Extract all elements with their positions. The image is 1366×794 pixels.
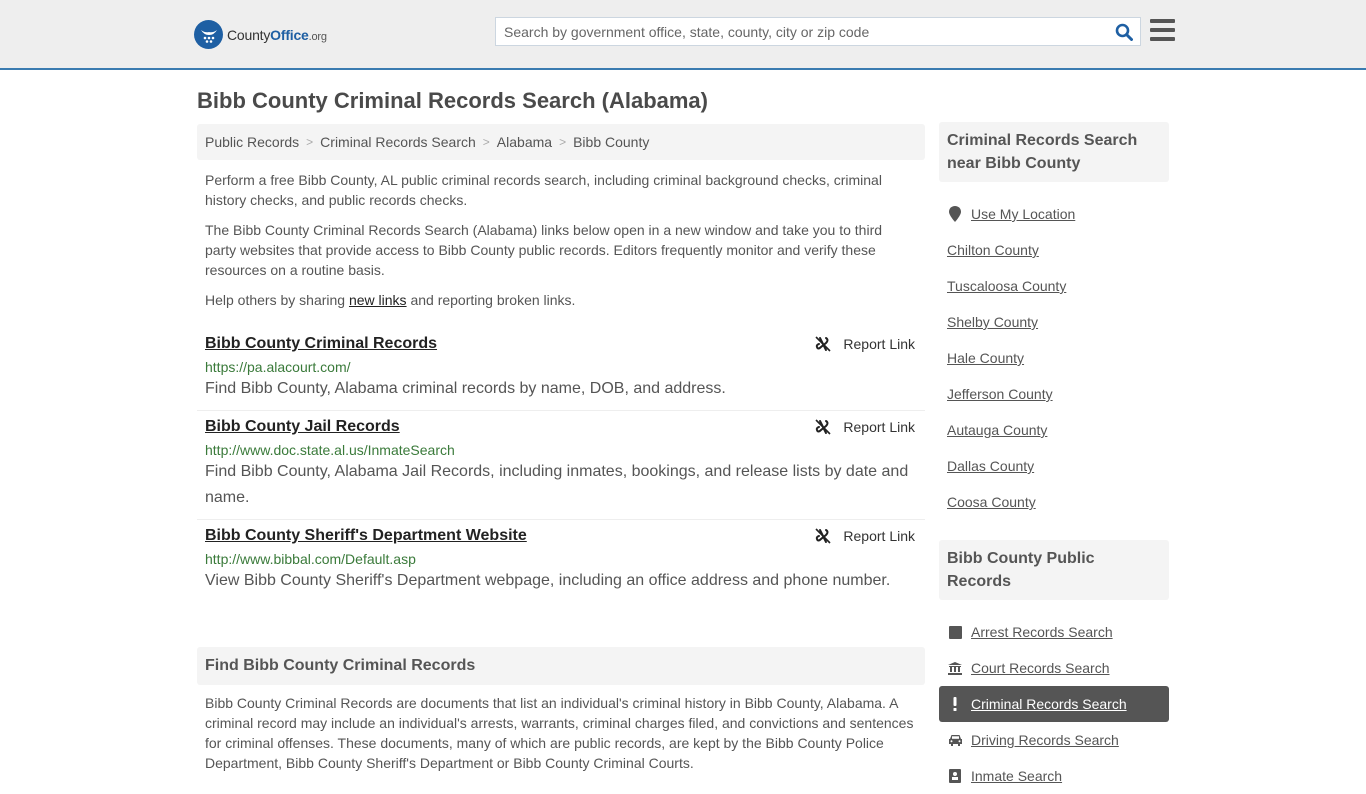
public-records-list: Arrest Records Search Court Records Sear… <box>939 614 1169 794</box>
page-title: Bibb County Criminal Records Search (Ala… <box>197 88 708 113</box>
result-url: https://pa.alacourt.com/ <box>205 359 351 375</box>
sidebar-item-court-records[interactable]: Court Records Search <box>939 650 1169 686</box>
site-header: CountyOffice.org <box>0 0 1366 70</box>
sidebar-item-label[interactable]: Inmate Search <box>971 768 1062 784</box>
result-description: View Bibb County Sheriff's Department we… <box>205 572 891 589</box>
exclamation-icon <box>947 696 963 712</box>
courthouse-icon <box>947 660 963 676</box>
intro-text: and reporting broken links. <box>406 292 576 308</box>
breadcrumb-bibb-county[interactable]: Bibb County <box>573 134 649 150</box>
find-records-heading: Find Bibb County Criminal Records <box>197 647 925 685</box>
results-list: Bibb County Criminal Records Report Link… <box>197 328 925 602</box>
nearby-county-link[interactable]: Autauga County <box>947 422 1047 438</box>
menu-bar <box>1150 28 1175 32</box>
map-marker-icon <box>947 206 963 222</box>
intro-paragraph: Help others by sharing new links and rep… <box>197 290 925 310</box>
result-url: http://www.doc.state.al.us/InmateSearch <box>205 442 455 458</box>
result-title-link[interactable]: Bibb County Criminal Records <box>205 334 437 354</box>
nearby-county-item[interactable]: Dallas County <box>939 448 1169 484</box>
nearby-county-item[interactable]: Jefferson County <box>939 376 1169 412</box>
sidebar-item-criminal-records[interactable]: Criminal Records Search <box>939 686 1169 722</box>
car-icon <box>947 732 963 748</box>
result-item: Bibb County Sheriff's Department Website… <box>197 520 925 602</box>
nearby-county-link[interactable]: Tuscaloosa County <box>947 278 1066 294</box>
nearby-county-link[interactable]: Chilton County <box>947 242 1039 258</box>
nearby-county-link[interactable]: Dallas County <box>947 458 1034 474</box>
eagle-stars-icon <box>194 20 223 49</box>
result-description: Find Bibb County, Alabama criminal recor… <box>205 380 726 397</box>
use-my-location-link[interactable]: Use My Location <box>971 206 1075 222</box>
breadcrumb-separator: > <box>306 135 314 149</box>
result-item: Bibb County Criminal Records Report Link… <box>197 328 925 411</box>
site-logo[interactable]: CountyOffice.org <box>194 20 327 49</box>
use-my-location-item[interactable]: Use My Location <box>939 196 1169 232</box>
nearby-list: Use My Location Chilton County Tuscaloos… <box>939 196 1169 520</box>
report-link-label: Report Link <box>843 336 915 352</box>
report-link-button[interactable]: Report Link <box>815 336 915 352</box>
intro-paragraph: The Bibb County Criminal Records Search … <box>205 222 883 278</box>
breadcrumb-alabama[interactable]: Alabama <box>497 134 552 150</box>
sidebar-item-inmate-search[interactable]: Inmate Search <box>939 758 1169 794</box>
logo-text-tld: .org <box>308 30 327 43</box>
nearby-county-item[interactable]: Shelby County <box>939 304 1169 340</box>
report-link-label: Report Link <box>843 528 915 544</box>
intro: Perform a free Bibb County, AL public cr… <box>197 170 925 310</box>
broken-link-icon <box>815 528 831 544</box>
sidebar-item-label[interactable]: Court Records Search <box>971 660 1110 676</box>
logo-text-prefix: County <box>227 26 271 43</box>
main-content: Public Records > Criminal Records Search… <box>197 124 925 773</box>
sidebar-item-driving-records[interactable]: Driving Records Search <box>939 722 1169 758</box>
report-link-button[interactable]: Report Link <box>815 419 915 435</box>
report-link-label: Report Link <box>843 419 915 435</box>
public-records-section: Bibb County Public Records Arrest Record… <box>939 540 1169 794</box>
breadcrumb-public-records[interactable]: Public Records <box>205 134 299 150</box>
sidebar: Criminal Records Search near Bibb County… <box>939 122 1169 794</box>
sidebar-item-label[interactable]: Criminal Records Search <box>971 696 1127 712</box>
logo-text: CountyOffice.org <box>227 27 327 43</box>
search-box <box>495 17 1141 46</box>
nearby-county-item[interactable]: Tuscaloosa County <box>939 268 1169 304</box>
nearby-county-link[interactable]: Hale County <box>947 350 1024 366</box>
sidebar-item-label[interactable]: Arrest Records Search <box>971 624 1113 640</box>
breadcrumb-separator: > <box>559 135 567 149</box>
nearby-heading: Criminal Records Search near Bibb County <box>939 122 1169 182</box>
logo-text-brand: Office <box>270 26 309 43</box>
inmate-icon <box>947 768 963 784</box>
breadcrumb-criminal-records-search[interactable]: Criminal Records Search <box>320 134 476 150</box>
nearby-county-item[interactable]: Hale County <box>939 340 1169 376</box>
nearby-county-item[interactable]: Coosa County <box>939 484 1169 520</box>
nearby-county-item[interactable]: Autauga County <box>939 412 1169 448</box>
result-title-link[interactable]: Bibb County Jail Records <box>205 417 400 437</box>
find-records-body: Bibb County Criminal Records are documen… <box>205 695 914 771</box>
hamburger-menu-icon[interactable] <box>1150 19 1175 41</box>
public-records-heading: Bibb County Public Records <box>939 540 1169 600</box>
result-item: Bibb County Jail Records Report Link htt… <box>197 411 925 520</box>
search-icon[interactable] <box>1115 23 1133 41</box>
sidebar-item-label[interactable]: Driving Records Search <box>971 732 1119 748</box>
result-url: http://www.bibbal.com/Default.asp <box>205 551 416 567</box>
menu-bar <box>1150 37 1175 41</box>
result-description: Find Bibb County, Alabama Jail Records, … <box>205 463 909 506</box>
nearby-county-link[interactable]: Jefferson County <box>947 386 1053 402</box>
square-icon <box>947 624 963 640</box>
nearby-county-item[interactable]: Chilton County <box>939 232 1169 268</box>
broken-link-icon <box>815 419 831 435</box>
nearby-county-link[interactable]: Coosa County <box>947 494 1036 510</box>
menu-bar <box>1150 19 1175 23</box>
report-link-button[interactable]: Report Link <box>815 528 915 544</box>
breadcrumb-separator: > <box>482 135 490 149</box>
search-input[interactable] <box>496 18 1096 45</box>
result-title-link[interactable]: Bibb County Sheriff's Department Website <box>205 526 527 546</box>
nearby-county-link[interactable]: Shelby County <box>947 314 1038 330</box>
intro-text: Help others by sharing <box>205 292 349 308</box>
new-links-link[interactable]: new links <box>349 292 407 308</box>
breadcrumb: Public Records > Criminal Records Search… <box>197 124 925 160</box>
intro-paragraph: Perform a free Bibb County, AL public cr… <box>205 172 882 208</box>
sidebar-item-arrest-records[interactable]: Arrest Records Search <box>939 614 1169 650</box>
nearby-section: Criminal Records Search near Bibb County… <box>939 122 1169 520</box>
broken-link-icon <box>815 336 831 352</box>
